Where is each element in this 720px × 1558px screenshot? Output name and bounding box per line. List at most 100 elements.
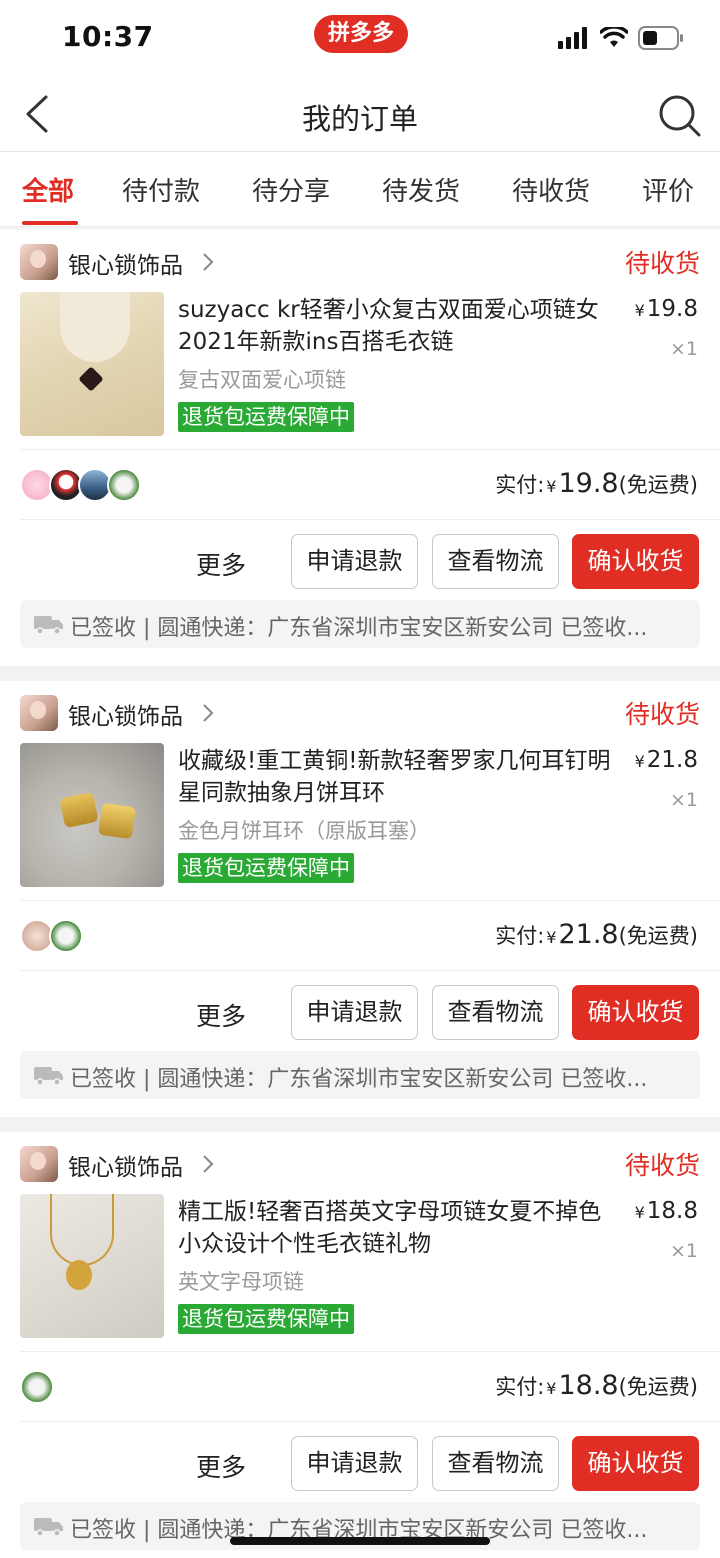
guarantee-badge: 退货包运费保障中 [178,1304,354,1334]
guarantee-badge: 退货包运费保障中 [178,402,354,432]
divider [20,449,720,450]
tab-pending-receipt[interactable]: 待收货 [512,171,590,208]
logistics-text: 已签收 | 圆通快递：广东省深圳市宝安区新安公司 已签收... [70,616,648,641]
shop-row[interactable]: 银心锁饰品 待收货 [0,693,720,733]
product-price: ¥18.8 [635,1198,698,1224]
wifi-icon [600,27,628,47]
paid-label: 实付: [495,1375,545,1399]
avatar [49,919,83,953]
shop-avatar [20,695,58,731]
product-spec: 英文字母项链 [178,1270,304,1294]
confirm-receipt-button[interactable]: 确认收货 [572,534,699,589]
search-icon[interactable] [658,94,702,138]
currency-symbol: ¥ [634,301,645,320]
tab-active-indicator [22,221,78,225]
confirm-receipt-button[interactable]: 确认收货 [572,1436,699,1491]
status-time: 10:37 [62,20,154,53]
refund-button[interactable]: 申请退款 [291,534,418,589]
product-price: ¥19.8 [635,296,698,322]
status-bar: 10:37 拼多多 [0,0,720,78]
truck-icon [34,616,63,634]
paid-value: 19.8 [558,468,619,499]
price-value: 21.8 [646,747,698,773]
currency-symbol: ¥ [546,477,557,496]
chevron-right-icon [203,704,214,722]
price-value: 19.8 [646,296,698,322]
product-title[interactable]: suzyacc kr轻奢小众复古双面爱心项链女 2021年新款ins百搭毛衣链 [178,294,614,358]
chevron-right-icon [203,1155,214,1173]
product-quantity: ×1 [669,789,698,811]
logistics-bar[interactable]: 已签收 | 圆通快递：广东省深圳市宝安区新安公司 已签收... [20,600,700,648]
paid-amount: 实付: ¥18.8(免运费) [495,1370,698,1401]
logistics-text: 已签收 | 圆通快递：广东省深圳市宝安区新安公司 已签收... [70,1067,648,1092]
paid-amount: 实付: ¥21.8(免运费) [495,919,698,950]
truck-icon [34,1518,63,1536]
buyer-avatars [20,919,83,953]
refund-button[interactable]: 申请退款 [291,1436,418,1491]
track-shipment-button[interactable]: 查看物流 [432,1436,559,1491]
paid-value: 21.8 [558,919,619,950]
home-indicator[interactable] [230,1537,490,1545]
avatar [20,1370,54,1404]
more-button[interactable]: 更多 [196,1448,246,1484]
shop-name: 银心锁饰品 [68,704,183,730]
product-quantity: ×1 [669,338,698,360]
paid-amount: 实付: ¥19.8(免运费) [495,468,698,499]
order-card[interactable]: 银心锁饰品 待收货 收藏级!重工黄铜!新款轻奢罗家几何耳钉明星同款抽象月饼耳环 … [0,681,720,1117]
shop-avatar [20,1146,58,1182]
order-status: 待收货 [624,249,700,278]
order-separator [0,1117,720,1133]
product-title[interactable]: 精工版!轻奢百搭英文字母项链女夏不掉色小众设计个性毛衣链礼物 [178,1196,614,1260]
shipping-note: (免运费) [618,473,698,497]
more-button[interactable]: 更多 [196,546,246,582]
nav-bar: 我的订单 [0,78,720,152]
price-value: 18.8 [646,1198,698,1224]
product-quantity: ×1 [669,1240,698,1262]
tab-pending-share[interactable]: 待分享 [252,171,330,208]
paid-value: 18.8 [558,1370,619,1401]
guarantee-badge: 退货包运费保障中 [178,853,354,883]
order-status: 待收货 [624,700,700,729]
shop-name: 银心锁饰品 [68,1155,183,1181]
buyer-avatars [20,1370,54,1404]
avatar [107,468,141,502]
signal-icon [558,27,587,49]
confirm-receipt-button[interactable]: 确认收货 [572,985,699,1040]
currency-symbol: ¥ [546,1379,557,1398]
logistics-bar[interactable]: 已签收 | 圆通快递：广东省深圳市宝安区新安公司 已签收... [20,1051,700,1099]
currency-symbol: ¥ [634,752,645,771]
divider [20,900,720,901]
page-title: 我的订单 [301,102,418,136]
tab-all[interactable]: 全部 [22,171,74,208]
product-spec: 金色月饼耳环（原版耳塞） [178,819,430,843]
shop-row[interactable]: 银心锁饰品 待收货 [0,242,720,282]
order-status: 待收货 [624,1151,700,1180]
tab-pending-shipment[interactable]: 待发货 [382,171,460,208]
order-card[interactable]: 银心锁饰品 待收货 精工版!轻奢百搭英文字母项链女夏不掉色小众设计个性毛衣链礼物… [0,1132,720,1558]
order-tabs: 全部 待付款 待分享 待发货 待收货 评价 [0,153,720,227]
currency-symbol: ¥ [546,928,557,947]
refund-button[interactable]: 申请退款 [291,985,418,1040]
product-image[interactable] [20,292,164,436]
order-actions: 更多 申请退款 查看物流 确认收货 [0,985,720,1041]
product-image[interactable] [20,743,164,887]
track-shipment-button[interactable]: 查看物流 [432,985,559,1040]
tab-review[interactable]: 评价 [642,171,694,208]
product-image[interactable] [20,1194,164,1338]
divider [20,519,720,520]
shop-row[interactable]: 银心锁饰品 待收货 [0,1144,720,1184]
shipping-note: (免运费) [618,924,698,948]
product-title[interactable]: 收藏级!重工黄铜!新款轻奢罗家几何耳钉明星同款抽象月饼耳环 [178,745,614,809]
more-button[interactable]: 更多 [196,997,246,1033]
divider [20,1421,720,1422]
order-card[interactable]: 银心锁饰品 待收货 suzyacc kr轻奢小众复古双面爱心项链女 2021年新… [0,230,720,666]
truck-icon [34,1067,63,1085]
track-shipment-button[interactable]: 查看物流 [432,534,559,589]
paid-label: 实付: [495,473,545,497]
tab-pending-payment[interactable]: 待付款 [122,171,200,208]
paid-label: 实付: [495,924,545,948]
chevron-right-icon [203,253,214,271]
currency-symbol: ¥ [634,1203,645,1222]
divider [20,1351,720,1352]
status-icons [558,26,684,50]
